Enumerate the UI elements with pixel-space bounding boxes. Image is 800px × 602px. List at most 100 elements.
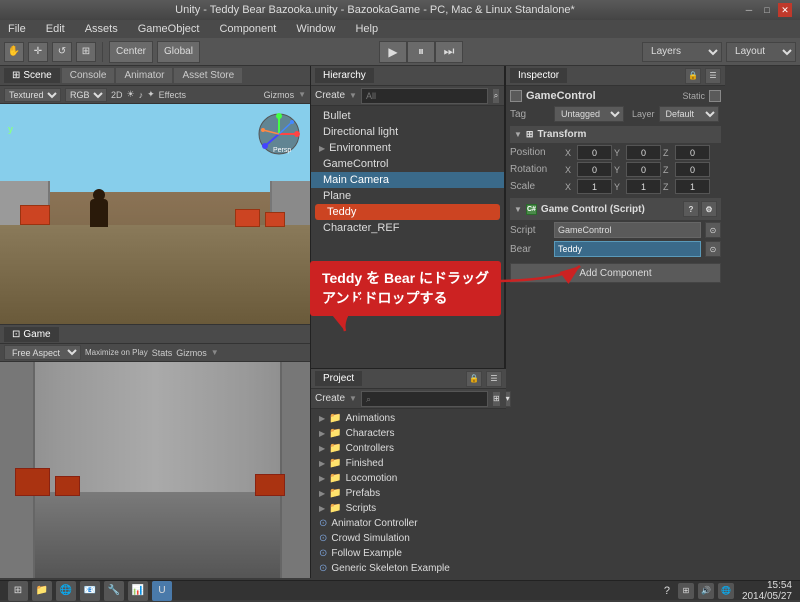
taskbar-icon-5[interactable]: 📊	[128, 581, 148, 601]
maximize-button[interactable]: □	[760, 3, 774, 17]
taskbar-icon-3[interactable]: 📧	[80, 581, 100, 601]
hierarchy-tab[interactable]: Hierarchy	[315, 68, 374, 83]
gizmos-label[interactable]: Gizmos	[264, 90, 295, 100]
scale-z-input[interactable]	[675, 179, 710, 194]
hierarchy-item-bullet[interactable]: Bullet	[311, 108, 504, 124]
lighting-toggle[interactable]: ☀	[127, 89, 135, 100]
pos-y-input[interactable]	[626, 145, 661, 160]
2d-toggle[interactable]: 2D	[111, 90, 123, 100]
console-tab[interactable]: Console	[62, 68, 115, 83]
maximize-play-label[interactable]: Maximize on Play	[85, 348, 148, 357]
project-item-animator-ctrl[interactable]: ⊙ Animator Controller	[315, 516, 502, 531]
menu-window[interactable]: Window	[292, 23, 339, 35]
menu-help[interactable]: Help	[351, 23, 382, 35]
global-button[interactable]: Global	[157, 41, 200, 63]
rot-x-input[interactable]	[577, 162, 612, 177]
stats-label[interactable]: Stats	[152, 348, 173, 358]
layer-select[interactable]: Default	[659, 106, 719, 122]
window-controls[interactable]: ─ □ ✕	[742, 3, 792, 17]
hierarchy-item-maincamera[interactable]: Main Camera	[311, 172, 504, 188]
project-item-crowd[interactable]: ⊙ Crowd Simulation	[315, 531, 502, 546]
project-sort-btn[interactable]: ▾	[505, 391, 511, 407]
effects-label[interactable]: Effects	[159, 90, 186, 100]
rot-z-input[interactable]	[675, 162, 710, 177]
menu-edit[interactable]: Edit	[42, 23, 69, 35]
asset-store-tab[interactable]: Asset Store	[174, 68, 242, 83]
bear-value-field[interactable]: Teddy	[554, 241, 701, 257]
taskbar-icon-2[interactable]: 🌐	[56, 581, 76, 601]
hierarchy-search-icon[interactable]: ⌕	[492, 88, 500, 104]
project-item-generic[interactable]: ⊙ Generic Skeleton Example	[315, 561, 502, 576]
add-component-button[interactable]: Add Component	[510, 263, 721, 283]
systray-icon-2[interactable]: 🔊	[698, 583, 714, 599]
tag-select[interactable]: Untagged	[554, 106, 624, 122]
aspect-ratio-select[interactable]: Free Aspect	[4, 345, 81, 360]
hierarchy-item-environment[interactable]: ▶ Environment	[311, 140, 504, 156]
pos-z-input[interactable]	[675, 145, 710, 160]
inspector-tab[interactable]: Inspector	[510, 68, 567, 83]
game-tab[interactable]: ⊡ Game	[4, 327, 59, 342]
systray-icon-3[interactable]: 🌐	[718, 583, 734, 599]
project-item-animations[interactable]: ▶ 📁 Animations	[315, 411, 502, 426]
script-select-btn[interactable]: ⊙	[705, 222, 721, 238]
rot-y-input[interactable]	[626, 162, 661, 177]
hierarchy-item-plane[interactable]: Plane	[311, 188, 504, 204]
start-button[interactable]: ⊞	[8, 581, 28, 601]
fx-toggle[interactable]: ✦	[147, 89, 155, 100]
hierarchy-search-input[interactable]	[361, 88, 488, 104]
menu-gameobject[interactable]: GameObject	[134, 23, 204, 35]
script-settings-btn[interactable]: ⚙	[701, 201, 717, 217]
project-search-input[interactable]	[361, 391, 488, 407]
hierarchy-create-btn[interactable]: Create	[315, 90, 345, 101]
move-tool-button[interactable]: ✛	[28, 42, 48, 62]
taskbar-icon-4[interactable]: 🔧	[104, 581, 124, 601]
pause-button[interactable]: ⏸	[407, 41, 435, 63]
project-item-locomotion[interactable]: ▶ 📁 Locomotion	[315, 471, 502, 486]
project-tab[interactable]: Project	[315, 371, 362, 386]
layers-dropdown[interactable]: Layers	[642, 42, 722, 62]
script-value-field[interactable]: GameControl	[554, 222, 701, 238]
menu-component[interactable]: Component	[215, 23, 280, 35]
play-button[interactable]: ▶	[379, 41, 407, 63]
inspector-menu-btn[interactable]: ☰	[705, 68, 721, 84]
taskbar-icon-unity[interactable]: U	[152, 581, 172, 601]
taskbar-icon-1[interactable]: 📁	[32, 581, 52, 601]
static-checkbox[interactable]	[709, 90, 721, 102]
step-button[interactable]: ⏭	[435, 41, 463, 63]
project-item-finished[interactable]: ▶ 📁 Finished	[315, 456, 502, 471]
rotate-tool-button[interactable]: ↺	[52, 42, 72, 62]
menu-file[interactable]: File	[4, 23, 30, 35]
game-gizmos-label[interactable]: Gizmos	[176, 348, 207, 358]
layout-dropdown[interactable]: Layout	[726, 42, 796, 62]
menu-assets[interactable]: Assets	[81, 23, 122, 35]
pos-x-input[interactable]	[577, 145, 612, 160]
project-view-btn[interactable]: ⊞	[492, 391, 501, 407]
center-button[interactable]: Center	[109, 41, 153, 63]
help-button[interactable]: ?	[664, 585, 670, 597]
project-lock-btn[interactable]: 🔒	[466, 371, 482, 387]
project-item-controllers[interactable]: ▶ 📁 Controllers	[315, 441, 502, 456]
hierarchy-item-dirlight[interactable]: Directional light	[311, 124, 504, 140]
hierarchy-item-gamecontrol[interactable]: GameControl	[311, 156, 504, 172]
script-help-btn[interactable]: ?	[683, 201, 699, 217]
scale-x-input[interactable]	[577, 179, 612, 194]
scene-tab[interactable]: ⊞ Scene	[4, 68, 60, 83]
object-active-checkbox[interactable]	[510, 90, 522, 102]
audio-toggle[interactable]: ♪	[139, 90, 144, 100]
systray-icon-1[interactable]: ⊞	[678, 583, 694, 599]
minimize-button[interactable]: ─	[742, 3, 756, 17]
scale-tool-button[interactable]: ⊞	[76, 42, 96, 62]
animator-tab[interactable]: Animator	[116, 68, 172, 83]
project-create-btn[interactable]: Create	[315, 393, 345, 404]
project-item-characters[interactable]: ▶ 📁 Characters	[315, 426, 502, 441]
project-menu-btn[interactable]: ☰	[486, 371, 502, 387]
project-item-ik[interactable]: ⊙ Inverse Kinematics Example	[315, 576, 502, 578]
project-item-scripts[interactable]: ▶ 📁 Scripts	[315, 501, 502, 516]
color-mode-select[interactable]: RGB	[65, 88, 107, 102]
shading-mode-select[interactable]: Textured	[4, 88, 61, 102]
project-item-prefabs[interactable]: ▶ 📁 Prefabs	[315, 486, 502, 501]
scale-y-input[interactable]	[626, 179, 661, 194]
hierarchy-item-teddy[interactable]: Teddy	[315, 204, 500, 220]
bear-select-btn[interactable]: ⊙	[705, 241, 721, 257]
hierarchy-item-character[interactable]: Character_REF	[311, 220, 504, 236]
